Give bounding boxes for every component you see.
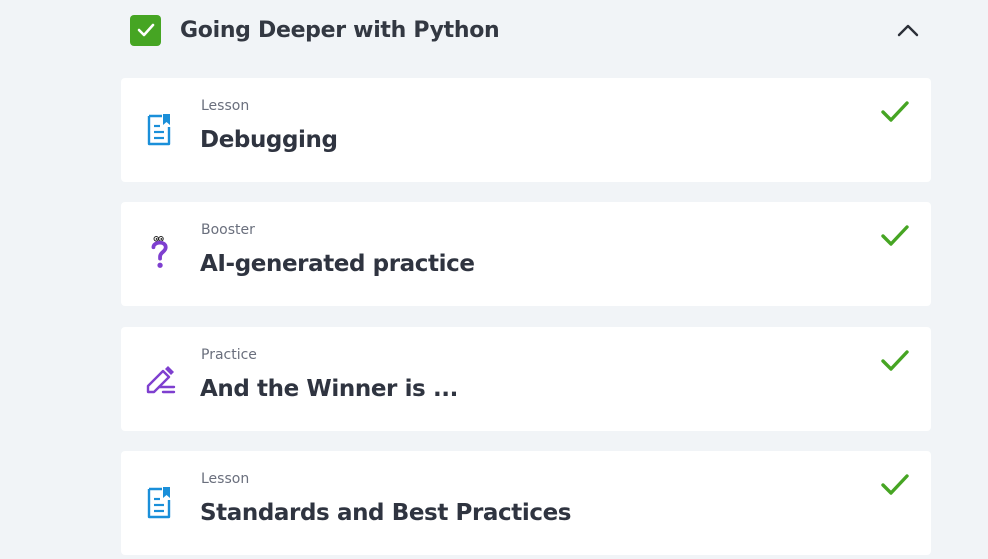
completed-check-icon (881, 350, 909, 371)
checkmark-icon (137, 23, 154, 37)
pencil-edit-icon (146, 366, 176, 394)
section-title: Going Deeper with Python (180, 17, 500, 43)
item-title: AI-generated practice (200, 251, 475, 277)
item-type-label: Practice (201, 347, 257, 363)
chevron-up-icon[interactable] (896, 18, 920, 42)
section-header[interactable]: Going Deeper with Python (130, 14, 930, 46)
section-complete-checkbox (130, 14, 161, 46)
completed-check-icon (881, 101, 909, 122)
item-type-label: Booster (201, 222, 255, 238)
item-title: And the Winner is ... (200, 376, 458, 402)
lesson-document-icon (147, 114, 171, 146)
question-mark-character-icon (151, 236, 168, 268)
lesson-document-icon (147, 487, 171, 519)
practice-card[interactable]: Practice And the Winner is ... (121, 327, 931, 431)
item-title: Debugging (200, 127, 338, 153)
item-title: Standards and Best Practices (200, 500, 572, 526)
completed-check-icon (881, 474, 909, 495)
lesson-card[interactable]: Lesson Debugging (121, 78, 931, 182)
booster-card[interactable]: Booster AI-generated practice (121, 202, 931, 306)
completed-check-icon (881, 225, 909, 246)
item-type-label: Lesson (201, 98, 250, 114)
lesson-card[interactable]: Lesson Standards and Best Practices (121, 451, 931, 555)
item-type-label: Lesson (201, 471, 250, 487)
